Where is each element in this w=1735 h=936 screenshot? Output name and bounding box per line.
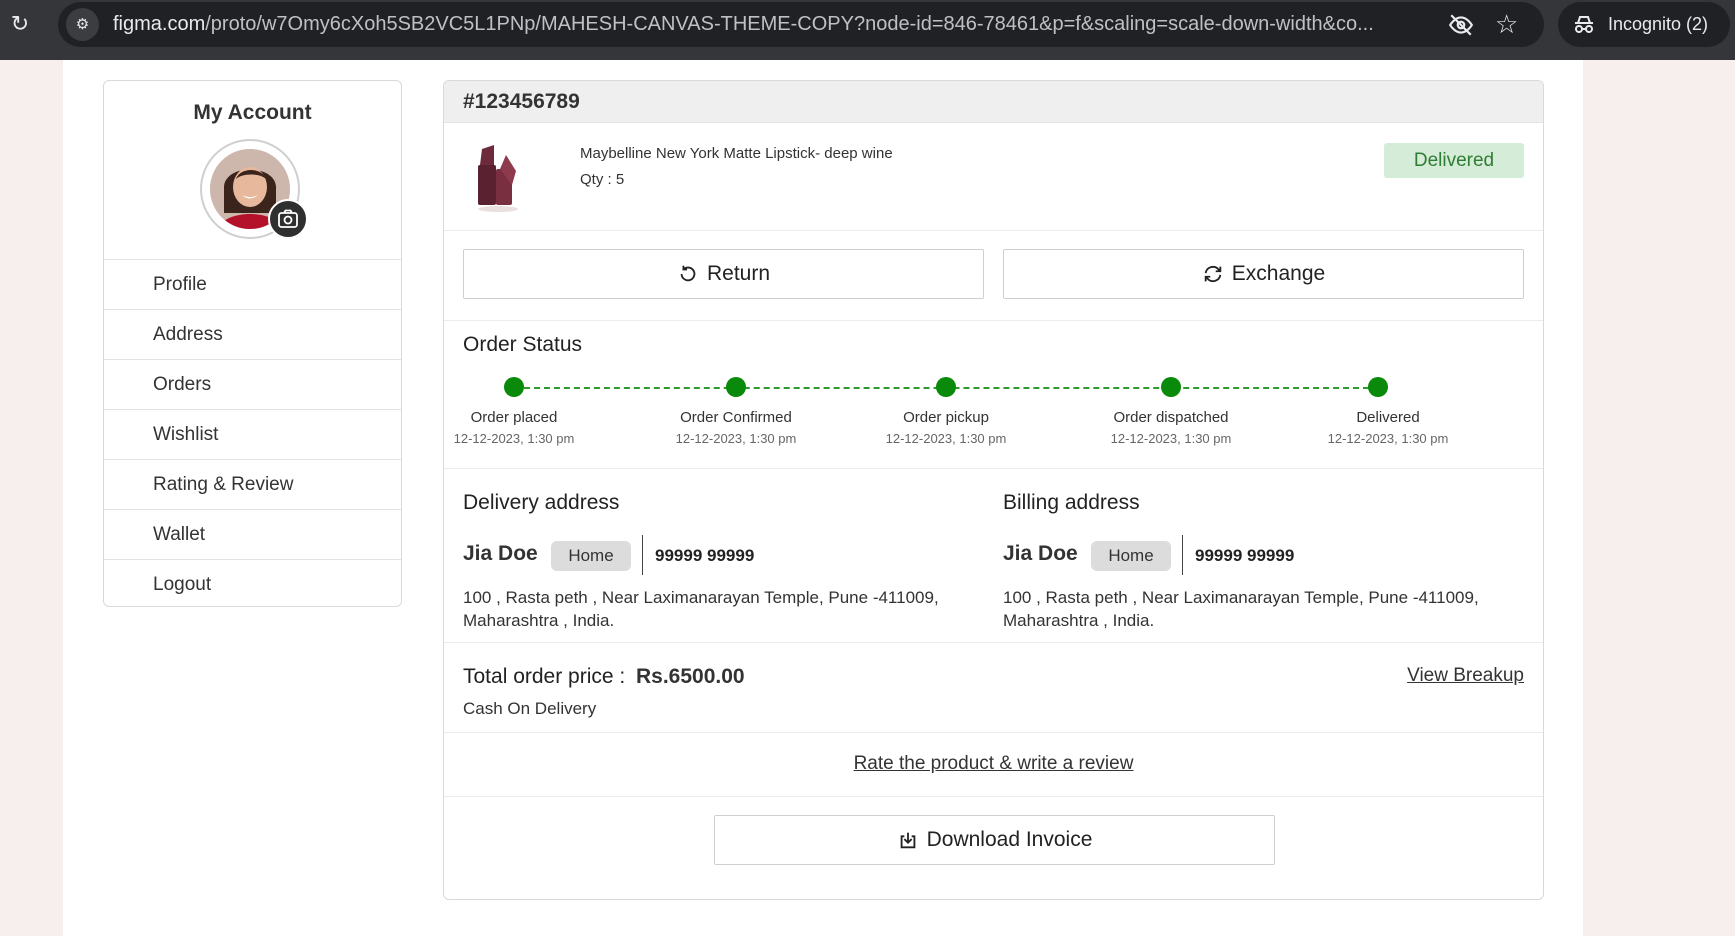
url-path: /proto/w7Omy6cXoh5SB2VC5L1PNp/MAHESH-CAN… [205, 13, 1374, 35]
billing-address-tag: Home [1091, 541, 1171, 571]
billing-address-title: Billing address [1003, 491, 1140, 514]
product-name: Maybelline New York Matte Lipstick- deep… [580, 145, 893, 162]
step-label: Order dispatched [1113, 409, 1229, 426]
address-section: Delivery address Jia Doe Home 99999 9999… [444, 469, 1543, 643]
divider [1182, 535, 1183, 575]
sidebar-title: My Account [193, 101, 312, 124]
billing-address-lines: 100 , Rasta peth , Near Laximanarayan Te… [1003, 586, 1483, 632]
bookmark-star-icon[interactable]: ☆ [1495, 10, 1518, 38]
exchange-icon [1204, 265, 1222, 283]
billing-phone: 99999 99999 [1195, 546, 1295, 565]
step-time: 12-12-2023, 1:30 pm [453, 431, 575, 446]
divider [642, 535, 643, 575]
download-icon [900, 832, 915, 849]
view-breakup-link[interactable]: View Breakup [1407, 665, 1524, 687]
eye-off-icon[interactable] [1448, 12, 1474, 38]
return-label: Return [706, 262, 771, 285]
return-button[interactable]: Return [463, 249, 984, 299]
step-label: Order Confirmed [680, 409, 792, 426]
product-qty: Qty : 5 [580, 171, 625, 188]
page-content: My Account Profile Address Orders Wishli… [63, 60, 1583, 936]
delivery-address-title: Delivery address [463, 491, 620, 514]
site-info-icon[interactable]: ⚙ [66, 8, 99, 41]
billing-name: Jia Doe [1003, 542, 1078, 565]
billing-address: Billing address Jia Doe Home 99999 99999… [1003, 469, 1483, 643]
reload-icon[interactable]: ↻ [6, 10, 34, 38]
order-status-section: Order Status Order placed 12-12-2023, 1:… [444, 321, 1543, 469]
delivery-address-tag: Home [551, 541, 631, 571]
download-invoice-button[interactable]: Download Invoice [714, 815, 1275, 865]
order-status-title: Order Status [463, 333, 583, 356]
payment-mode: Cash On Delivery [463, 699, 597, 718]
return-icon [680, 265, 696, 282]
account-sidebar: My Account Profile Address Orders Wishli… [103, 80, 402, 607]
sidebar-item-profile[interactable]: Profile [104, 259, 401, 309]
incognito-label: Incognito (2) [1608, 14, 1709, 34]
browser-toolbar: ↻ ⚙ figma.com/proto/w7Omy6cXoh5SB2VC5L1P… [0, 0, 1735, 60]
step-dot-delivered [1368, 377, 1388, 397]
incognito-indicator[interactable]: Incognito (2) [1558, 2, 1730, 47]
step-label: Delivered [1356, 409, 1420, 426]
exchange-label: Exchange [1231, 262, 1326, 285]
delivery-address-line1: 100 , Rasta peth , Near Laximanarayan Te… [463, 588, 939, 607]
download-invoice-label: Download Invoice [926, 828, 1093, 851]
total-price-value: Rs.6500.00 [636, 665, 745, 688]
url-host: figma.com [113, 13, 206, 35]
step-dot-order-pickup [936, 377, 956, 397]
address-bar[interactable]: ⚙ figma.com/proto/w7Omy6cXoh5SB2VC5L1PNp… [58, 2, 1544, 47]
delivery-name: Jia Doe [463, 542, 538, 565]
delivery-address: Delivery address Jia Doe Home 99999 9999… [463, 469, 943, 643]
step-dot-order-confirmed [726, 377, 746, 397]
delivery-phone: 99999 99999 [655, 546, 755, 565]
billing-address-line2: Maharashtra , India. [1003, 611, 1155, 630]
order-actions: Return Exchange [444, 231, 1543, 321]
order-card: #123456789 Maybelline New York Matte Lip… [443, 80, 1544, 900]
delivery-address-lines: 100 , Rasta peth , Near Laximanarayan Te… [463, 586, 943, 632]
incognito-icon [1575, 16, 1593, 33]
url-text[interactable]: figma.com/proto/w7Omy6cXoh5SB2VC5L1PNp/M… [113, 2, 1483, 47]
delivery-address-line2: Maharashtra , India. [463, 611, 615, 630]
step-time: 12-12-2023, 1:30 pm [675, 431, 797, 446]
step-dot-order-placed [504, 377, 524, 397]
step-time: 12-12-2023, 1:30 pm [885, 431, 1007, 446]
invoice-section: Download Invoice [444, 797, 1543, 877]
total-price-label: Total order price : [463, 665, 626, 688]
status-badge: Delivered [1384, 143, 1524, 178]
exchange-button[interactable]: Exchange [1003, 249, 1524, 299]
change-photo-button[interactable] [268, 199, 308, 239]
rate-product-link: Rate the product & write a review [444, 753, 1543, 775]
review-section: Rate the product & write a review [444, 733, 1543, 797]
step-time: 12-12-2023, 1:30 pm [1110, 431, 1232, 446]
avatar-frame [200, 139, 308, 239]
step-label: Order pickup [903, 409, 989, 426]
sidebar-item-orders[interactable]: Orders [104, 359, 401, 409]
billing-address-line1: 100 , Rasta peth , Near Laximanarayan Te… [1003, 588, 1479, 607]
step-label: Order placed [470, 409, 558, 426]
sidebar-item-wishlist[interactable]: Wishlist [104, 409, 401, 459]
step-time: 12-12-2023, 1:30 pm [1327, 431, 1449, 446]
sidebar-item-logout[interactable]: Logout [104, 559, 401, 609]
product-image[interactable] [464, 141, 528, 213]
price-section: Total order price : Rs.6500.00 Cash On D… [444, 643, 1543, 733]
sidebar-item-rating-review[interactable]: Rating & Review [104, 459, 401, 509]
step-dot-order-dispatched [1161, 377, 1181, 397]
rate-product-link-text[interactable]: Rate the product & write a review [854, 753, 1134, 774]
sidebar-menu: Profile Address Orders Wishlist Rating &… [104, 259, 401, 609]
sidebar-item-wallet[interactable]: Wallet [104, 509, 401, 559]
product-row: Maybelline New York Matte Lipstick- deep… [444, 123, 1543, 231]
camera-icon [278, 209, 298, 228]
sidebar-item-address[interactable]: Address [104, 309, 401, 359]
order-id: #123456789 [444, 81, 1543, 123]
